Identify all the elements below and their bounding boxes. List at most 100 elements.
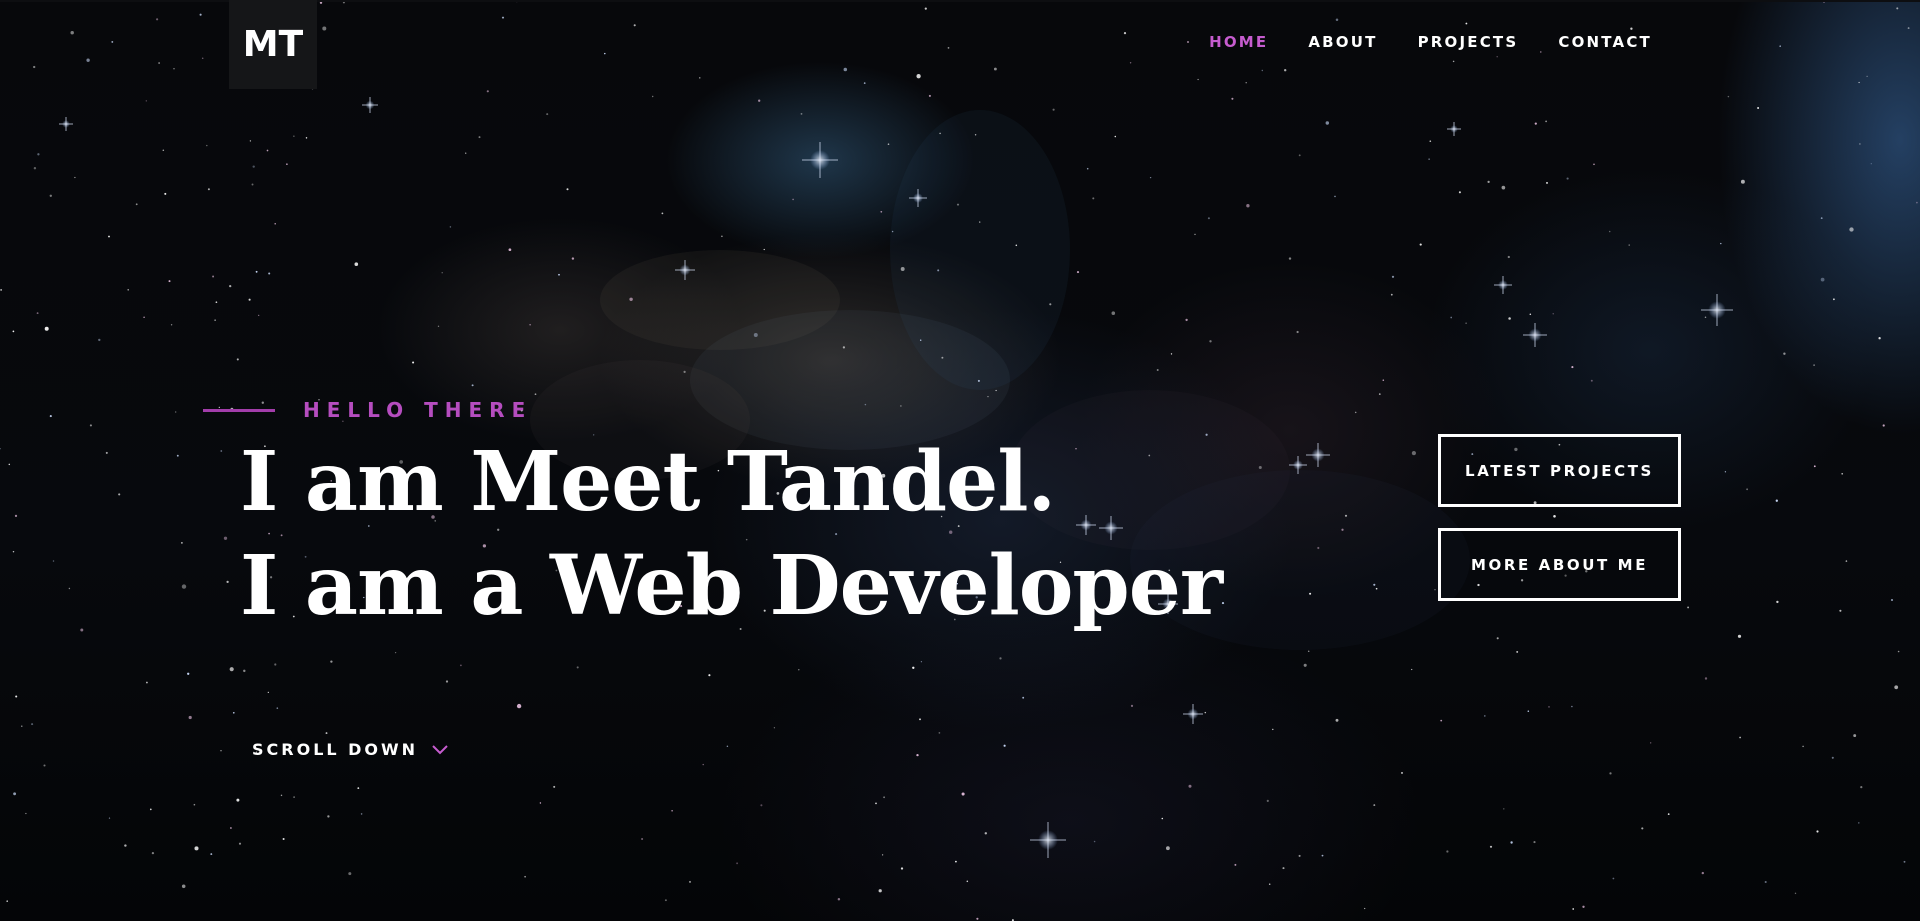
star bbox=[1571, 705, 1573, 708]
star bbox=[230, 827, 232, 829]
nav-item-about[interactable]: ABOUT bbox=[1308, 33, 1377, 51]
star bbox=[763, 248, 765, 251]
star bbox=[1221, 602, 1225, 605]
star bbox=[1170, 353, 1173, 355]
star bbox=[1298, 154, 1301, 157]
star bbox=[1156, 369, 1159, 371]
star bbox=[995, 389, 997, 392]
star bbox=[702, 763, 704, 766]
star bbox=[887, 143, 890, 145]
star bbox=[1508, 317, 1511, 320]
star bbox=[699, 77, 701, 79]
sparkle-star bbox=[59, 117, 73, 131]
star bbox=[1582, 905, 1585, 908]
star bbox=[1483, 715, 1486, 717]
star bbox=[322, 26, 327, 31]
star bbox=[1446, 850, 1449, 853]
star bbox=[158, 62, 160, 64]
star bbox=[900, 867, 904, 870]
star bbox=[842, 346, 846, 349]
star bbox=[1049, 303, 1052, 306]
star bbox=[33, 167, 37, 170]
star bbox=[1737, 634, 1742, 638]
star bbox=[1845, 560, 1848, 562]
star bbox=[1123, 32, 1127, 35]
star bbox=[25, 812, 27, 815]
star bbox=[127, 289, 129, 291]
star bbox=[937, 269, 940, 272]
star bbox=[145, 681, 148, 684]
star bbox=[683, 370, 686, 374]
star bbox=[1465, 322, 1467, 324]
star bbox=[1727, 95, 1730, 98]
star bbox=[1093, 840, 1096, 843]
star bbox=[1896, 7, 1899, 10]
star bbox=[671, 809, 673, 812]
star bbox=[268, 272, 271, 275]
scroll-down-link[interactable]: SCROLL DOWN bbox=[252, 740, 448, 759]
star bbox=[758, 99, 761, 102]
star bbox=[1411, 668, 1413, 671]
star bbox=[1641, 827, 1644, 830]
star bbox=[1907, 27, 1910, 30]
star bbox=[199, 13, 202, 16]
star bbox=[181, 884, 186, 889]
star bbox=[961, 792, 965, 796]
star bbox=[280, 794, 283, 797]
star bbox=[1897, 650, 1900, 653]
star bbox=[1878, 337, 1881, 340]
latest-projects-button[interactable]: LATEST PROJECTS bbox=[1438, 434, 1681, 507]
nav-item-contact[interactable]: CONTACT bbox=[1558, 33, 1652, 51]
star bbox=[916, 74, 921, 79]
intro-heading: HELLO THERE bbox=[203, 398, 532, 422]
star bbox=[919, 718, 921, 721]
star bbox=[193, 803, 196, 806]
star bbox=[305, 137, 308, 139]
star bbox=[984, 832, 988, 835]
star bbox=[21, 725, 23, 727]
star bbox=[1341, 528, 1344, 531]
star bbox=[276, 707, 279, 709]
star bbox=[1866, 75, 1868, 78]
star bbox=[1375, 587, 1378, 590]
star bbox=[881, 854, 884, 856]
chevron-down-icon bbox=[432, 744, 448, 754]
star bbox=[220, 750, 222, 752]
star bbox=[236, 358, 239, 361]
star bbox=[1593, 163, 1595, 166]
star bbox=[1022, 696, 1025, 699]
nav-item-home[interactable]: HOME bbox=[1209, 33, 1268, 51]
star bbox=[1704, 316, 1707, 319]
star bbox=[1510, 841, 1513, 844]
star bbox=[1076, 271, 1080, 274]
star bbox=[1209, 340, 1212, 343]
site-logo[interactable]: MT bbox=[229, 0, 317, 89]
star bbox=[974, 134, 977, 136]
star bbox=[524, 875, 526, 878]
star bbox=[1566, 177, 1569, 180]
star bbox=[243, 669, 246, 673]
star bbox=[920, 661, 923, 663]
star bbox=[1853, 734, 1857, 738]
star bbox=[1816, 830, 1819, 833]
headline-line-2: I am a Web Developer bbox=[240, 538, 1223, 634]
star bbox=[1458, 191, 1461, 194]
scroll-down-label: SCROLL DOWN bbox=[252, 740, 419, 759]
star bbox=[43, 764, 46, 767]
star bbox=[1590, 379, 1593, 382]
star bbox=[912, 666, 915, 669]
star bbox=[875, 802, 877, 805]
star bbox=[180, 541, 183, 544]
star bbox=[1411, 451, 1416, 456]
star bbox=[708, 674, 711, 677]
star bbox=[1529, 313, 1532, 315]
star bbox=[111, 40, 114, 43]
star bbox=[162, 149, 165, 151]
nav-item-projects[interactable]: PROJECTS bbox=[1418, 33, 1519, 51]
more-about-me-button[interactable]: MORE ABOUT ME bbox=[1438, 528, 1681, 601]
star bbox=[118, 493, 121, 496]
star bbox=[1391, 275, 1395, 278]
star bbox=[1234, 863, 1237, 866]
star bbox=[226, 580, 229, 584]
star bbox=[863, 82, 866, 84]
